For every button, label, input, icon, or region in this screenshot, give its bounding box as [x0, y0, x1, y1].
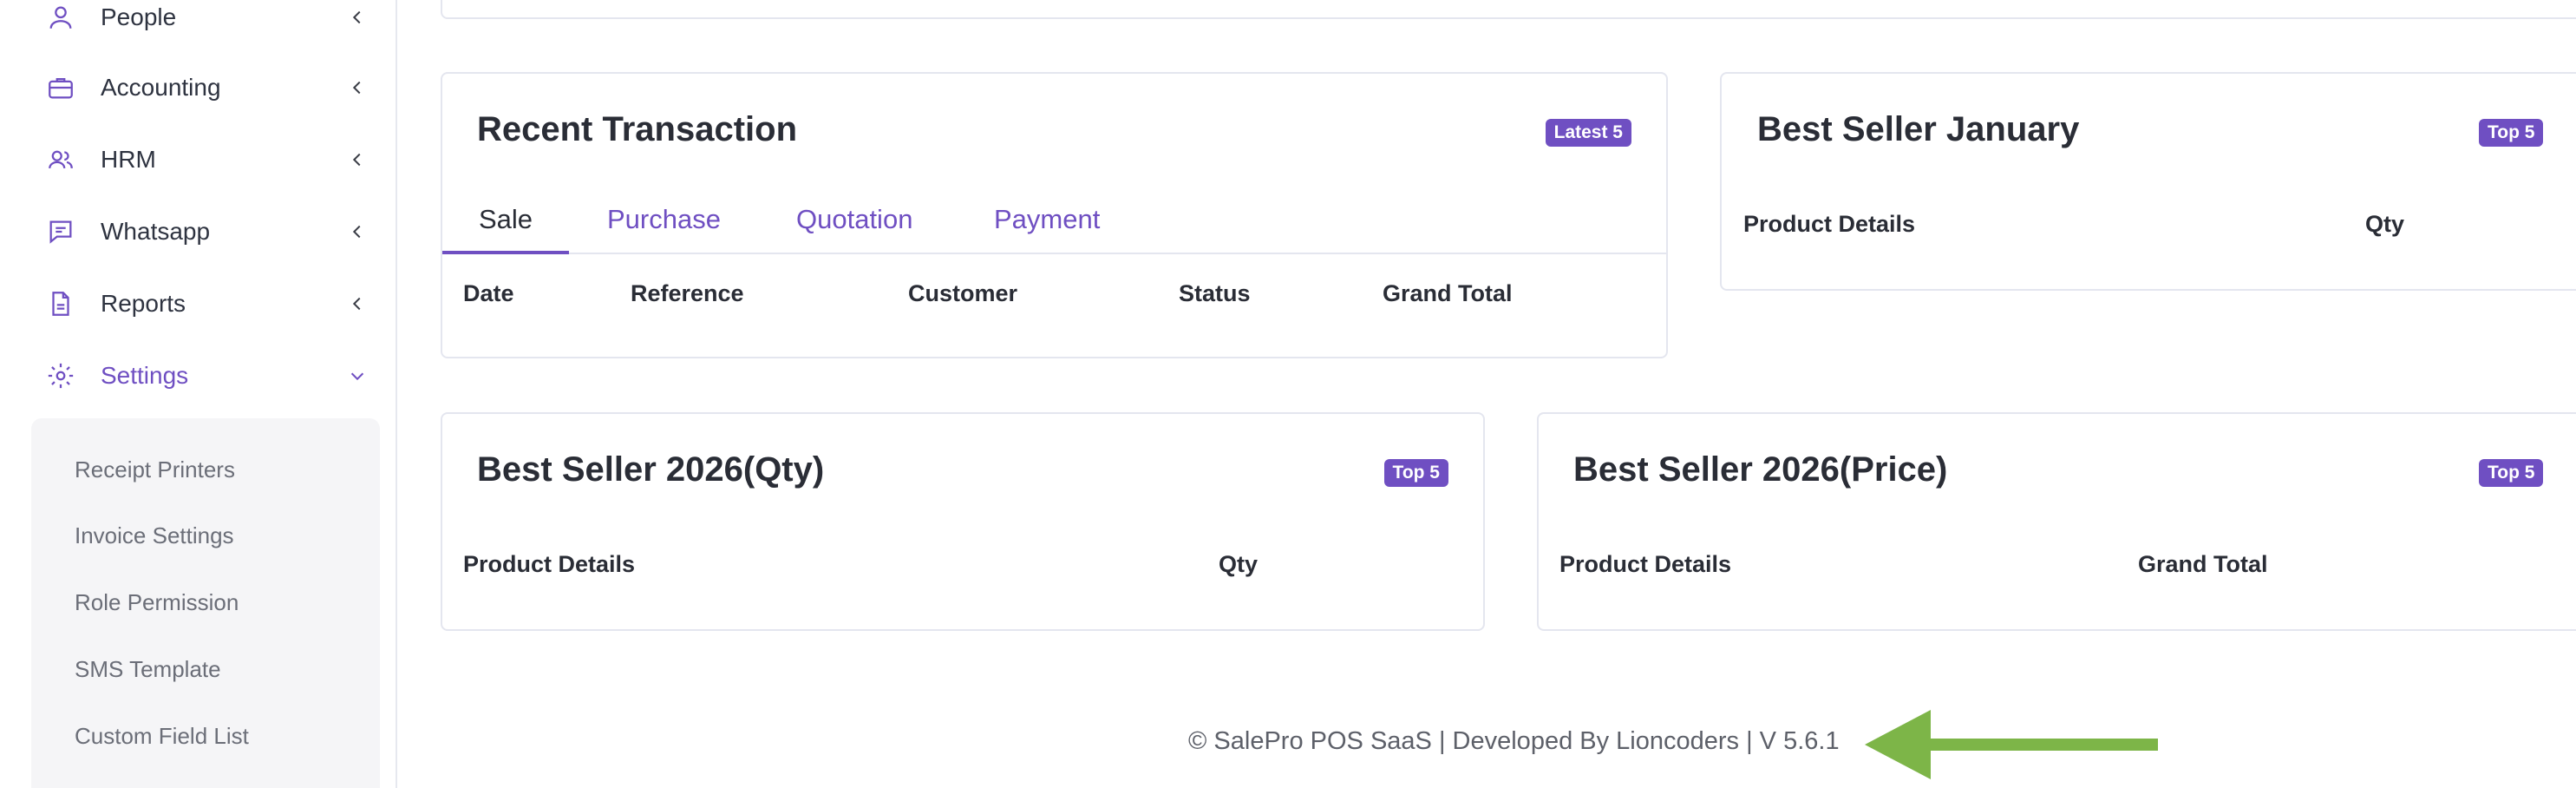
chevron-left-icon — [347, 149, 368, 170]
best-seller-year-qty-card: Best Seller 2026(Qty) Top 5 Product Deta… — [441, 412, 1485, 631]
best-seller-month-card: Best Seller January Top 5 Product Detail… — [1720, 72, 2576, 291]
top-badge: Top 5 — [1383, 459, 1448, 487]
sidebar-item-label: Reports — [101, 290, 186, 317]
recent-transaction-card: Recent Transaction Latest 5 Sale Purchas… — [441, 72, 1668, 358]
footer-copyright: © SalePro POS SaaS | Developed By Lionco… — [1188, 727, 1840, 755]
briefcase-icon — [45, 72, 76, 103]
sidebar-item-label: Accounting — [101, 74, 221, 101]
latest-badge: Latest 5 — [1545, 119, 1631, 147]
best-seller-year-price-title: Best Seller 2026(Price) — [1573, 450, 1948, 489]
submenu-item-invoice-settings[interactable]: Invoice Settings — [75, 522, 234, 549]
submenu-item-custom-field-list[interactable]: Custom Field List — [75, 723, 249, 750]
top-card — [441, 0, 2576, 19]
chevron-down-icon — [347, 365, 368, 386]
sidebar-item-label: Settings — [101, 362, 189, 389]
column-header-grand-total: Grand Total — [2138, 551, 2268, 577]
annotation-arrow-icon — [1865, 710, 2158, 779]
column-header-date: Date — [463, 280, 514, 306]
submenu-item-sms-template[interactable]: SMS Template — [75, 656, 221, 683]
sidebar-item-people[interactable]: People — [0, 0, 397, 43]
sidebar: People Accounting HRM Whatsapp Reports S… — [0, 0, 397, 788]
tab-payment[interactable]: Payment — [994, 204, 1100, 235]
column-header-grand-total: Grand Total — [1383, 280, 1513, 306]
chevron-left-icon — [347, 77, 368, 98]
tab-divider — [442, 253, 1666, 254]
column-header-status: Status — [1179, 280, 1251, 306]
best-seller-month-title: Best Seller January — [1757, 110, 2080, 148]
chat-icon — [45, 216, 76, 247]
submenu-item-receipt-printers[interactable]: Receipt Printers — [75, 456, 235, 483]
best-seller-year-qty-title: Best Seller 2026(Qty) — [477, 450, 825, 489]
column-header-product-details: Product Details — [1743, 211, 1916, 237]
sidebar-item-whatsapp[interactable]: Whatsapp — [0, 206, 397, 258]
sidebar-item-accounting[interactable]: Accounting — [0, 62, 397, 114]
sidebar-item-label: HRM — [101, 146, 156, 173]
column-header-qty: Qty — [1219, 551, 1259, 577]
sidebar-item-label: People — [101, 3, 177, 30]
document-icon — [45, 288, 76, 319]
gear-icon — [45, 360, 76, 391]
top-badge: Top 5 — [2479, 119, 2544, 147]
sidebar-item-label: Whatsapp — [101, 218, 211, 245]
chevron-left-icon — [347, 293, 368, 314]
sidebar-item-settings[interactable]: Settings — [0, 350, 397, 402]
column-header-qty: Qty — [2365, 211, 2405, 237]
top-badge: Top 5 — [2479, 459, 2544, 487]
submenu-item-role-permission[interactable]: Role Permission — [75, 589, 239, 616]
tab-sale[interactable]: Sale — [479, 204, 533, 235]
tab-purchase[interactable]: Purchase — [607, 204, 721, 235]
active-tab-indicator — [442, 251, 569, 254]
sidebar-item-reports[interactable]: Reports — [0, 278, 397, 330]
settings-submenu: Receipt Printers Invoice Settings Role P… — [31, 418, 380, 788]
recent-transaction-title: Recent Transaction — [477, 110, 798, 148]
column-header-reference: Reference — [631, 280, 744, 306]
column-header-product-details: Product Details — [1559, 551, 1732, 577]
tab-quotation[interactable]: Quotation — [796, 204, 912, 235]
sidebar-item-hrm[interactable]: HRM — [0, 134, 397, 186]
column-header-customer: Customer — [908, 280, 1018, 306]
chevron-left-icon — [347, 7, 368, 28]
column-header-product-details: Product Details — [463, 551, 636, 577]
users-icon — [45, 144, 76, 175]
best-seller-year-price-card: Best Seller 2026(Price) Top 5 Product De… — [1537, 412, 2576, 631]
user-icon — [45, 2, 76, 33]
chevron-left-icon — [347, 221, 368, 242]
